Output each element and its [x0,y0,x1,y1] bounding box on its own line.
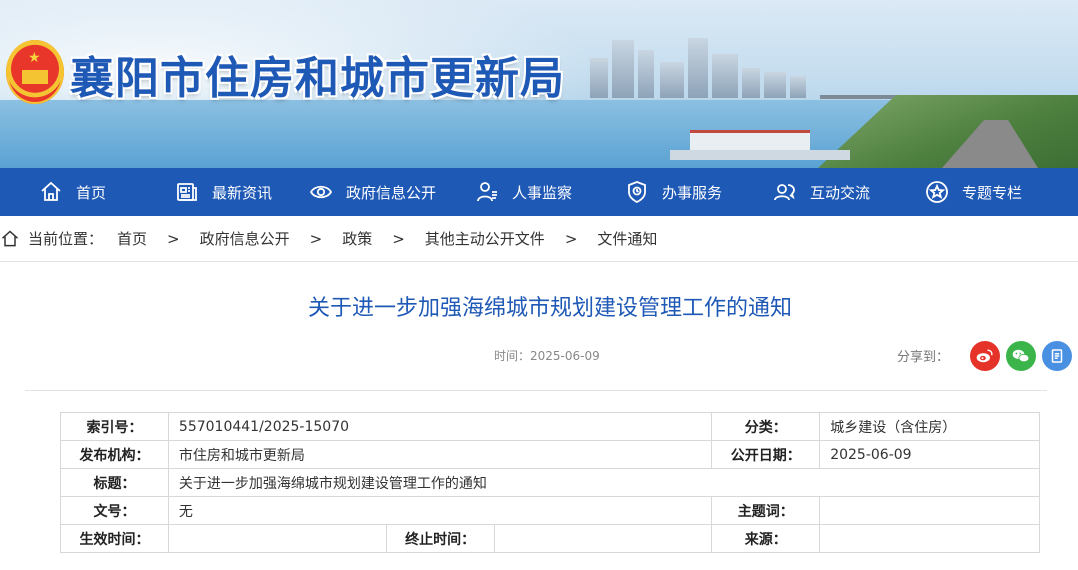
gate-icon [22,70,48,84]
nav-item-label: 政府信息公开 [346,183,437,202]
nav-item-gov-info[interactable]: 政府信息公开 [308,168,436,216]
document-icon [1051,349,1063,363]
banner-building [742,68,760,98]
banner-building [764,72,786,98]
nav-item-label: 专题专栏 [962,183,1023,202]
index-number-value: 557010441/2025-15070 [167,412,713,441]
banner-building [638,50,654,98]
banner-building [790,76,806,98]
nav-item-label: 互动交流 [810,183,871,202]
table-row: 标题： 关于进一步加强海绵城市规划建设管理工作的通知 [60,468,1041,497]
person-icon [474,179,500,205]
table-row: 生效时间： 终止时间： 来源： [60,524,1040,553]
banner-building [688,38,708,98]
table-row: 索引号： 557010441/2025-15070 分类： 城乡建设（含住房） [60,412,1040,441]
star-icon [924,179,950,205]
title-label: 标题： [60,468,169,497]
content-divider [25,390,1047,391]
share-other-button[interactable] [1042,341,1072,371]
table-row: 发布机构： 市住房和城市更新局 公开日期： 2025-06-09 [60,440,1040,469]
nav-item-label: 人事监察 [512,183,573,202]
share-wechat-button[interactable] [1006,341,1036,371]
end-time-label: 终止时间： [385,524,495,553]
source-label: 来源： [711,524,821,553]
publish-date-label: 公开日期： [711,440,821,469]
document-info-table: 索引号： 557010441/2025-15070 分类： 城乡建设（含住房） … [60,412,1041,553]
chat-icon [772,179,798,205]
publisher-label: 发布机构： [60,440,169,469]
eye-icon [308,179,334,205]
article-time: 时间：2025-06-09 [494,349,600,363]
breadcrumb-separator: > [167,229,180,248]
wechat-icon [1012,349,1030,363]
nav-item-special[interactable]: 专题专栏 [924,168,1022,216]
nav-item-label: 最新资讯 [212,183,273,202]
breadcrumb-item-policy[interactable]: 政策 [342,228,372,249]
table-row: 文号： 无 主题词： [60,496,1040,525]
breadcrumb-prefix: 当前位置： [28,230,104,248]
banner-dock [670,150,850,160]
index-number-label: 索引号： [60,412,169,441]
nav-item-services[interactable]: 办事服务 [624,168,722,216]
news-icon [174,179,200,205]
banner-building [712,54,738,98]
star-icon: ★ [28,50,41,66]
breadcrumb-separator: > [309,229,323,248]
nav-item-label: 办事服务 [662,183,723,202]
nav-item-interaction[interactable]: 互动交流 [772,168,870,216]
national-emblem-icon[interactable]: ★ [6,40,64,104]
effective-time-label: 生效时间： [60,524,169,553]
effective-time-value [167,524,387,553]
end-time-value [493,524,713,553]
shield-icon [624,179,650,205]
nav-item-news[interactable]: 最新资讯 [174,168,272,216]
source-value [819,524,1040,553]
breadcrumb-item-gov-info[interactable]: 政府信息公开 [200,228,290,249]
nav-item-personnel[interactable]: 人事监察 [474,168,572,216]
breadcrumb-separator: > [564,229,578,248]
nav-item-label: 首页 [76,183,107,202]
publish-date-value: 2025-06-09 [819,440,1040,469]
share-weibo-button[interactable] [970,341,1000,371]
banner-building [590,58,608,98]
category-label: 分类： [711,412,821,441]
breadcrumb-item-other-files[interactable]: 其他主动公开文件 [425,228,545,249]
header-banner: ★ 襄阳市住房和城市更新局 [0,0,1078,168]
breadcrumb: 当前位置： 首页 > 政府信息公开 > 政策 > 其他主动公开文件 > 文件通知 [0,216,1078,262]
weibo-icon [976,349,993,363]
share-label: 分享到： [897,350,950,365]
title-value: 关于进一步加强海绵城市规划建设管理工作的通知 [167,468,1041,497]
main-nav: 首页 最新资讯 政府信息公开 人事监察 办事服务 互动交流 专题专栏 [0,168,1078,216]
home-icon [38,179,64,205]
doc-number-value: 无 [167,496,713,525]
breadcrumb-item-notices[interactable]: 文件通知 [597,228,657,249]
subject-value [819,496,1040,525]
category-value: 城乡建设（含住房） [819,412,1040,441]
publisher-value: 市住房和城市更新局 [167,440,713,469]
subject-label: 主题词： [711,496,821,525]
nav-item-home[interactable]: 首页 [38,168,106,216]
breadcrumb-separator: > [392,229,405,248]
doc-number-label: 文号： [60,496,169,525]
breadcrumb-item-home[interactable]: 首页 [117,228,147,249]
banner-building [612,40,634,98]
article-title: 关于进一步加强海绵城市规划建设管理工作的通知 [307,296,792,321]
site-title[interactable]: 襄阳市住房和城市更新局 [70,42,565,106]
home-icon [2,229,18,246]
banner-building [660,62,684,98]
